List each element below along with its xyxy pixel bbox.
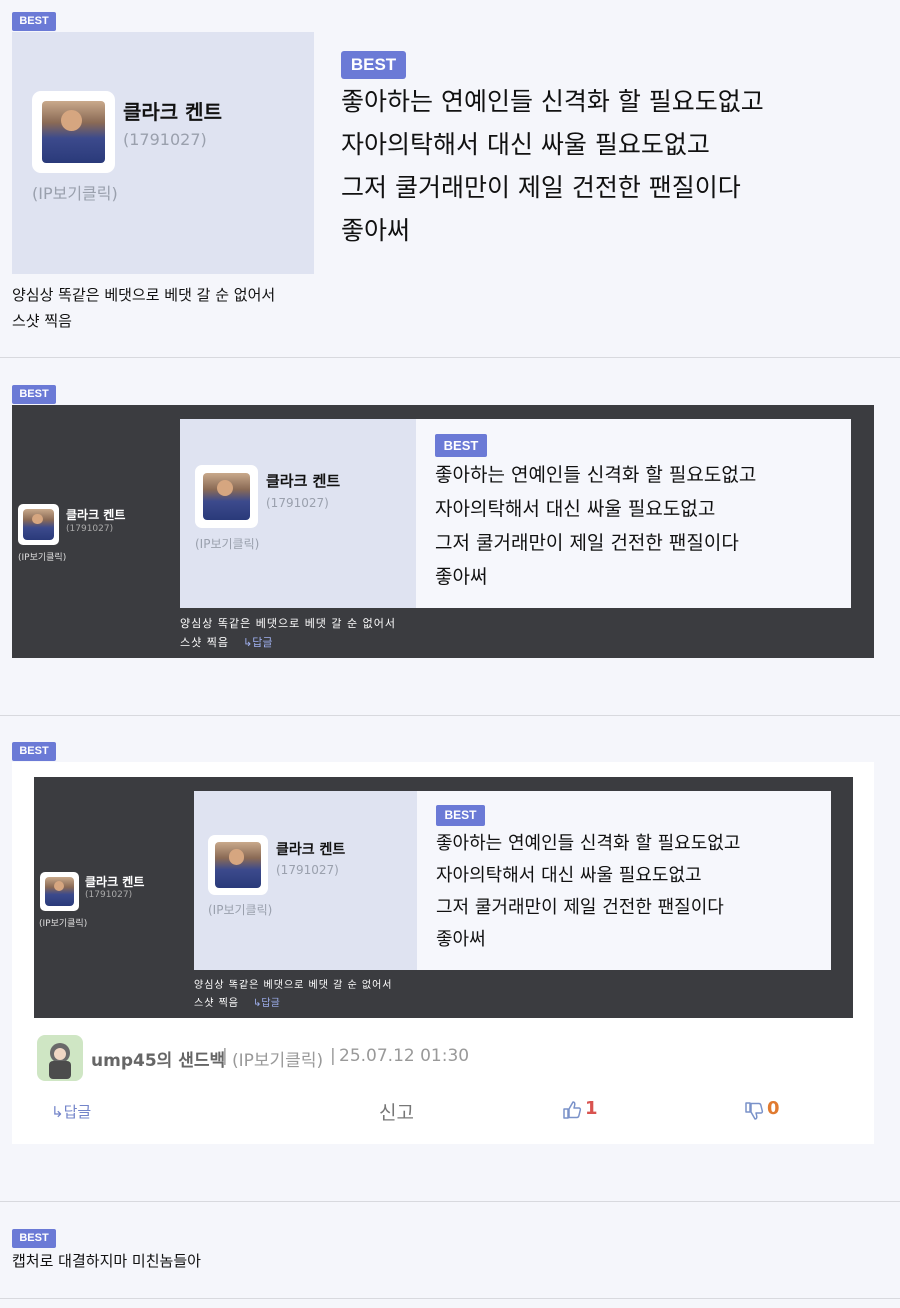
comment-ip-link[interactable]: (IP보기클릭) — [232, 1046, 323, 1071]
profile-user-id: (1791027) — [276, 863, 339, 877]
caption-line: 스샷 찍음 — [194, 998, 239, 1009]
best-badge: BEST — [436, 805, 485, 826]
profile-card: 클라크 켄트 (1791027) (IP보기클릭) — [194, 791, 417, 970]
post-line: 좋아하는 연예인들 신격화 할 필요도없고 — [341, 87, 764, 116]
meta-separator: | — [222, 1046, 228, 1066]
reply-link: ↳답글 — [243, 636, 273, 649]
avatar — [18, 504, 59, 545]
best-badge: BEST — [12, 1229, 56, 1248]
post-line: 좋아써 — [341, 216, 411, 245]
profile-nickname: 클라크 켄트 — [276, 842, 346, 858]
caption-line: 양심상 똑같은 베댓으로 베댓 갈 순 없어서 — [194, 980, 393, 991]
profile-nickname[interactable]: 클라크 켄트 — [123, 96, 222, 125]
like-count: 1 — [585, 1098, 598, 1119]
comment-text: 캡처로 대결하지마 미친놈들아 — [12, 1252, 201, 1270]
best-badge: BEST — [12, 742, 56, 761]
comment-timestamp: 25.07.12 01:30 — [339, 1046, 470, 1066]
thumbs-up-icon — [563, 1101, 582, 1119]
reply-button[interactable]: ↳답글 — [51, 1101, 91, 1122]
caption-line: 스샷 찍음 — [180, 636, 229, 649]
profile-user-id: (1791027) — [85, 890, 133, 900]
profile-user-id: (1791027) — [266, 496, 329, 510]
profile-nickname: 클라크 켄트 — [85, 875, 145, 889]
comment-author[interactable]: ump45의 샌드백 — [91, 1046, 225, 1071]
best-badge: BEST — [12, 12, 56, 31]
divider — [0, 1298, 900, 1299]
caption-line: 양심상 똑같은 베댓으로 베댓 갈 순 없어서 — [180, 617, 397, 630]
post-line: 좋아하는 연예인들 신격화 할 필요도없고 — [436, 833, 741, 854]
profile-nickname: 클라크 켄트 — [266, 472, 341, 490]
post-line: 그저 쿨거래만이 제일 건전한 팬질이다 — [436, 897, 724, 918]
best-badge: BEST — [435, 434, 487, 457]
screenshot-dark-frame: 클라크 켄트 (1791027) (IP보기클릭) 클라크 켄트 (179102… — [12, 405, 874, 658]
profile-card: 클라크 켄트 (1791027) (IP보기클릭) — [180, 419, 416, 608]
profile-nickname: 클라크 켄트 — [66, 508, 126, 522]
divider — [0, 357, 900, 358]
post-line: 자아의탁해서 대신 싸울 필요도없고 — [435, 498, 716, 520]
commenter-avatar[interactable] — [37, 1035, 83, 1081]
profile-user-id: (1791027) — [123, 130, 207, 149]
report-button[interactable]: 신고 — [379, 1098, 414, 1125]
screenshot-dark-frame: 클라크 켄트 (1791027) (IP보기클릭) 클라크 켄트 (179102… — [34, 777, 853, 1018]
profile-card: 클라크 켄트 (1791027) (IP보기클릭) — [12, 32, 314, 274]
post-box: BEST 좋아하는 연예인들 신격화 할 필요도없고 자아의탁해서 대신 싸울 … — [417, 791, 831, 970]
divider — [0, 715, 900, 716]
caption-line: 양심상 똑같은 베댓으로 베댓 갈 순 없어서 — [12, 286, 276, 304]
comment-card: 클라크 켄트 (1791027) (IP보기클릭) 클라크 켄트 (179102… — [12, 762, 874, 1144]
post-line: 그저 쿨거래만이 제일 건전한 팬질이다 — [435, 532, 739, 554]
reply-link: ↳답글 — [253, 998, 280, 1009]
ip-view-link: (IP보기클릭) — [195, 537, 260, 551]
post-line: 자아의탁해서 대신 싸울 필요도없고 — [436, 865, 702, 886]
ip-view-link: (IP보기클릭) — [208, 903, 273, 917]
meta-separator: | — [330, 1046, 336, 1066]
thumbs-down-icon — [745, 1102, 764, 1120]
ip-view-link: (IP보기클릭) — [18, 553, 67, 563]
caption-line: 스샷 찍음 — [12, 312, 72, 330]
dislike-count: 0 — [767, 1098, 780, 1119]
post-line: 좋아써 — [436, 929, 486, 950]
ip-view-link[interactable]: (IP보기클릭) — [32, 180, 118, 204]
avatar — [195, 465, 258, 528]
divider — [0, 1201, 900, 1202]
avatar — [208, 835, 268, 895]
profile-user-id: (1791027) — [66, 524, 114, 534]
best-badge-large: BEST — [341, 51, 406, 79]
avatar-illustration — [49, 1043, 71, 1079]
post-line: 그저 쿨거래만이 제일 건전한 팬질이다 — [341, 173, 741, 202]
ip-view-link: (IP보기클릭) — [39, 919, 88, 929]
post-box: BEST 좋아하는 연예인들 신격화 할 필요도없고 자아의탁해서 대신 싸울 … — [416, 419, 851, 608]
avatar — [40, 872, 79, 911]
post-line: 자아의탁해서 대신 싸울 필요도없고 — [341, 130, 710, 159]
post-line: 좋아하는 연예인들 신격화 할 필요도없고 — [435, 464, 757, 486]
best-badge: BEST — [12, 385, 56, 404]
post-line: 좋아써 — [435, 566, 488, 588]
avatar[interactable] — [32, 91, 115, 173]
